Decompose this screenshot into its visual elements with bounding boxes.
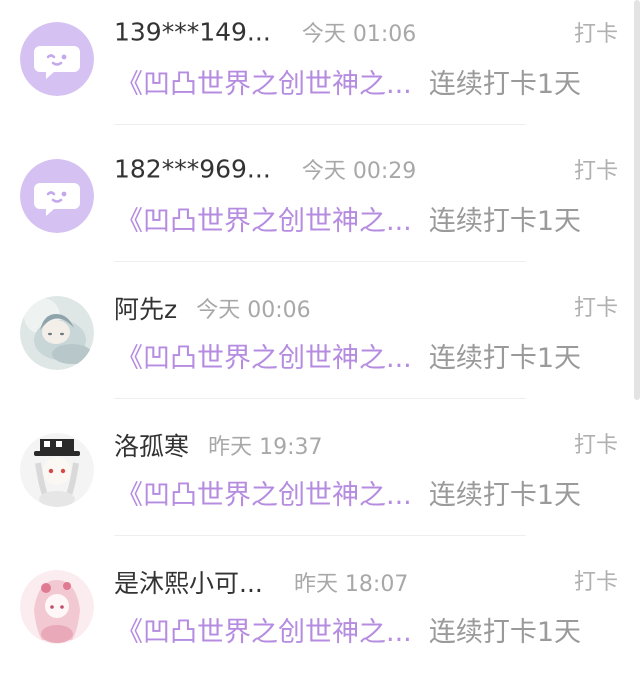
timestamp: 昨天 18:07: [293, 572, 409, 597]
timestamp: 今天 00:06: [196, 298, 311, 323]
check-in-tag: 打卡: [573, 570, 618, 595]
list-item[interactable]: 182***969... 今天 00:29 打卡 《凹凸世界之创世神之... 连…: [0, 137, 640, 274]
scrollbar[interactable]: [634, 0, 640, 400]
check-in-tag: 打卡: [573, 296, 618, 321]
user-name[interactable]: 是沐熙小可...: [114, 569, 263, 598]
avatar[interactable]: [20, 570, 94, 644]
streak-text: 连续打卡1天: [428, 480, 582, 511]
divider: [114, 535, 526, 536]
work-title-link[interactable]: 《凹凸世界之创世神之...: [116, 206, 412, 237]
check-in-feed: 139***149... 今天 01:06 打卡 《凹凸世界之创世神之... 连…: [0, 0, 640, 656]
work-title-link[interactable]: 《凹凸世界之创世神之...: [116, 617, 412, 648]
streak-text: 连续打卡1天: [428, 617, 582, 648]
user-name[interactable]: 洛孤寒: [114, 432, 189, 461]
list-item[interactable]: 洛孤寒 昨天 19:37 打卡 《凹凸世界之创世神之... 连续打卡1天: [0, 411, 640, 548]
streak-text: 连续打卡1天: [428, 343, 582, 374]
divider: [114, 398, 526, 399]
work-title-link[interactable]: 《凹凸世界之创世神之...: [116, 343, 412, 374]
list-item[interactable]: 阿先z 今天 00:06 打卡 《凹凸世界之创世神之... 连续打卡1天: [0, 274, 640, 411]
user-avatar-photo: [20, 570, 94, 644]
timestamp: 今天 00:29: [301, 159, 417, 184]
user-avatar-photo: [20, 433, 94, 507]
timestamp: 昨天 19:37: [208, 435, 323, 460]
check-in-tag: 打卡: [573, 159, 618, 184]
list-item[interactable]: 是沐熙小可... 昨天 18:07 打卡 《凹凸世界之创世神之... 连续打卡1…: [0, 548, 640, 685]
streak-text: 连续打卡1天: [428, 206, 582, 237]
work-title-link[interactable]: 《凹凸世界之创世神之...: [116, 480, 412, 511]
chat-bubble-default-icon: [20, 22, 94, 96]
streak-text: 连续打卡1天: [428, 69, 582, 100]
divider: [114, 124, 526, 125]
work-title-link[interactable]: 《凹凸世界之创世神之...: [116, 69, 412, 100]
user-avatar-photo: [20, 296, 94, 370]
avatar[interactable]: [20, 22, 94, 96]
avatar[interactable]: [20, 296, 94, 370]
timestamp: 今天 01:06: [301, 22, 417, 47]
user-name[interactable]: 阿先z: [114, 295, 177, 324]
user-name[interactable]: 139***149...: [114, 18, 271, 47]
avatar[interactable]: [20, 159, 94, 233]
user-name[interactable]: 182***969...: [114, 155, 271, 184]
divider: [114, 261, 526, 262]
check-in-tag: 打卡: [573, 22, 618, 47]
chat-bubble-default-icon: [20, 159, 94, 233]
list-item[interactable]: 139***149... 今天 01:06 打卡 《凹凸世界之创世神之... 连…: [0, 0, 640, 137]
avatar[interactable]: [20, 433, 94, 507]
check-in-tag: 打卡: [573, 433, 618, 458]
